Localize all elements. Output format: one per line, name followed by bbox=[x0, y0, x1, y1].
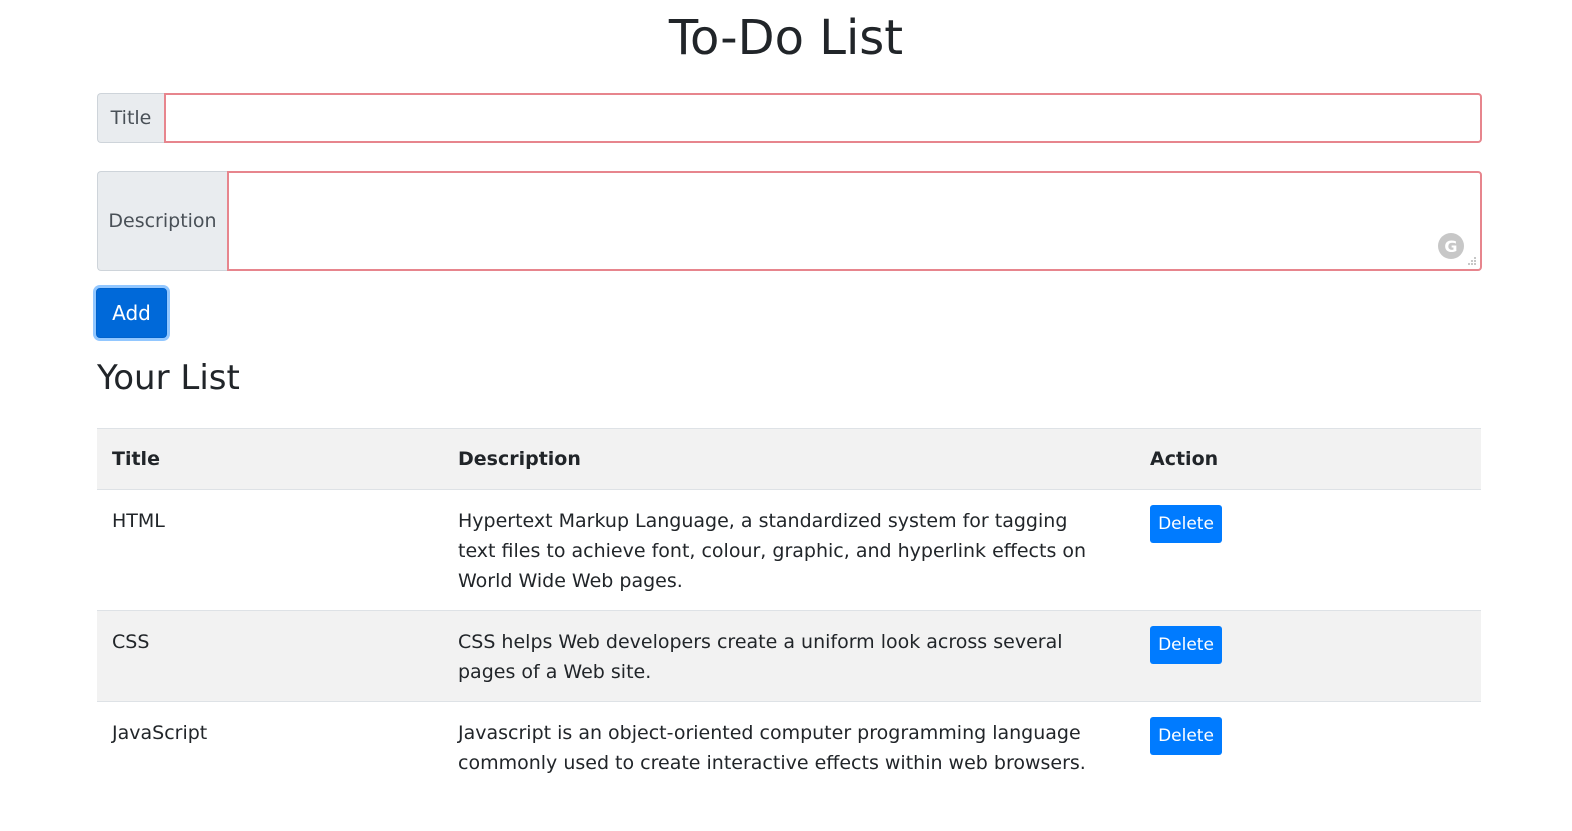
row-title: HTML bbox=[97, 489, 443, 611]
row-action: Delete bbox=[1135, 610, 1481, 702]
description-input-group: Description G bbox=[97, 171, 1482, 271]
column-header-description: Description bbox=[443, 428, 1135, 490]
delete-button[interactable]: Delete bbox=[1150, 505, 1222, 543]
table-row: JavaScript Javascript is an object-orien… bbox=[97, 702, 1481, 793]
table-body: HTML Hypertext Markup Language, a standa… bbox=[97, 489, 1481, 793]
column-header-action: Action bbox=[1135, 428, 1481, 490]
row-title: JavaScript bbox=[112, 722, 208, 744]
table-row: CSS CSS helps Web developers create a un… bbox=[97, 610, 1481, 702]
title-label: Title bbox=[97, 93, 164, 143]
page-title: To-Do List bbox=[668, 10, 904, 66]
row-title: CSS bbox=[97, 610, 443, 702]
row-action: Delete bbox=[1135, 489, 1481, 611]
table-row: HTML Hypertext Markup Language, a standa… bbox=[97, 489, 1481, 611]
row-description: Javascript is an object-oriented compute… bbox=[458, 722, 1086, 774]
table-header: Title Description Action bbox=[97, 428, 1481, 490]
delete-button[interactable]: Delete bbox=[1150, 626, 1222, 664]
column-header-title: Title bbox=[97, 428, 443, 490]
resize-handle-icon[interactable] bbox=[1467, 256, 1477, 266]
description-label: Description bbox=[97, 171, 227, 271]
row-action: Delete bbox=[1135, 702, 1481, 793]
row-description: CSS helps Web developers create a unifor… bbox=[443, 610, 1135, 702]
title-input[interactable] bbox=[164, 93, 1482, 143]
grammarly-icon[interactable]: G bbox=[1438, 233, 1464, 259]
title-input-group: Title bbox=[97, 93, 1482, 143]
description-input[interactable] bbox=[227, 171, 1482, 271]
page: To-Do List Title Description G Add Your … bbox=[0, 0, 1572, 831]
description-wrapper: G bbox=[227, 171, 1482, 271]
delete-button[interactable]: Delete bbox=[1150, 717, 1222, 755]
todo-table: Title Description Action HTML Hypertext … bbox=[97, 428, 1481, 792]
row-description: Hypertext Markup Language, a standardize… bbox=[443, 489, 1135, 611]
list-heading: Your List bbox=[97, 358, 240, 398]
table-header-row: Title Description Action bbox=[97, 428, 1481, 490]
add-button[interactable]: Add bbox=[96, 288, 167, 338]
